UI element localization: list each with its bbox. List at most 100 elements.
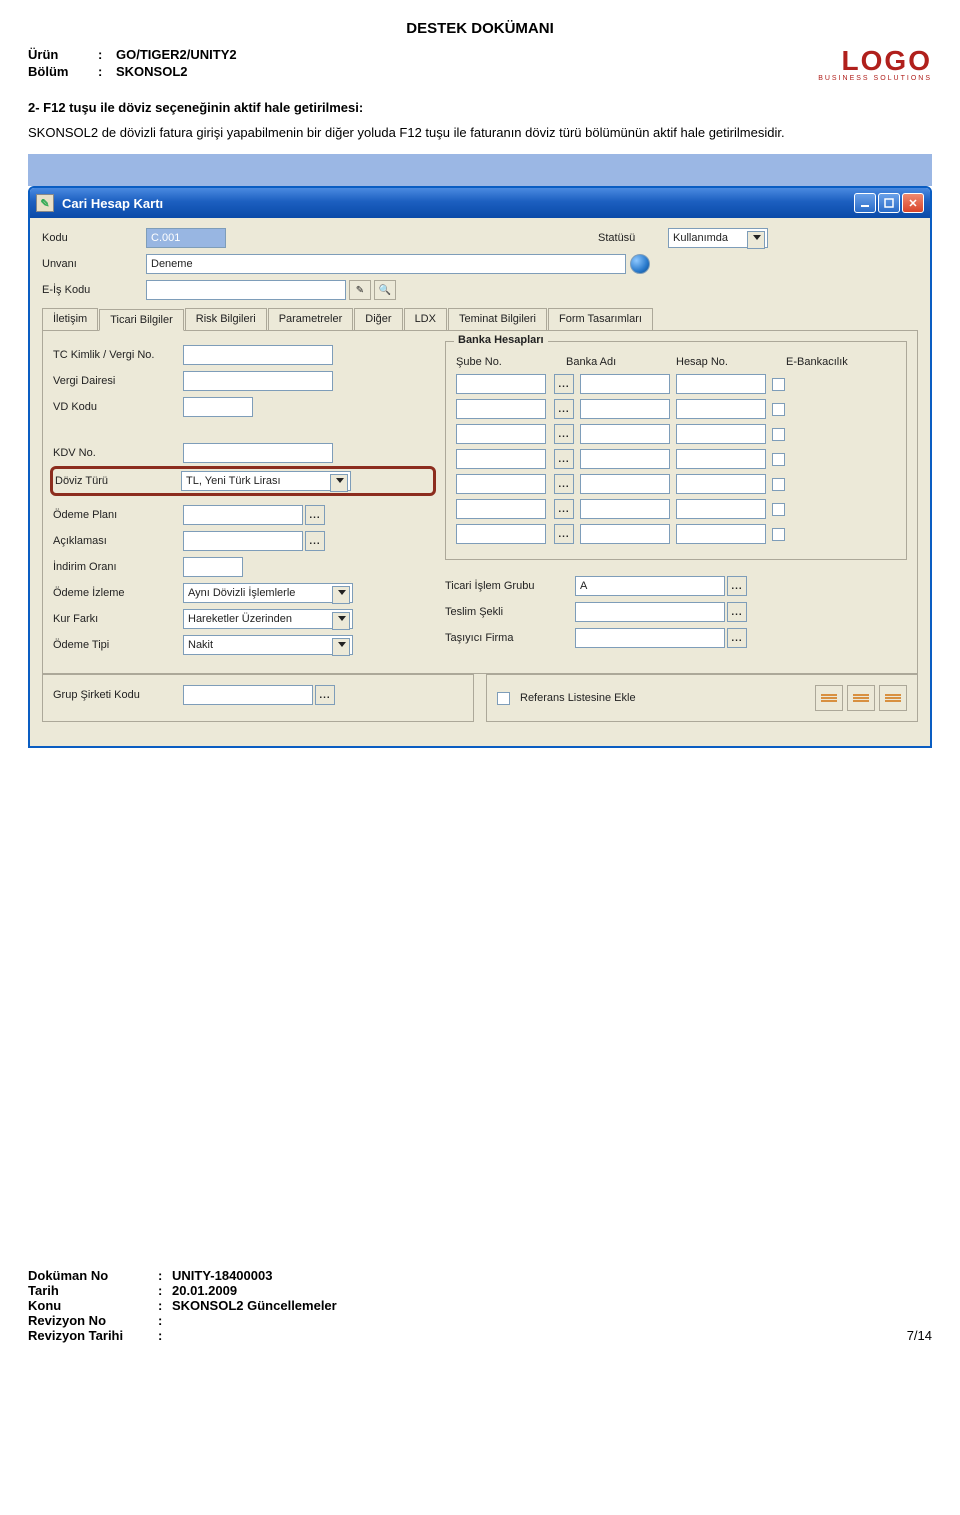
bank-adi-input[interactable] [580, 449, 670, 469]
odemeplani-lookup-button[interactable]: ... [305, 505, 325, 525]
bank-ebank-checkbox[interactable] [772, 378, 785, 391]
bank-hesap-input[interactable] [676, 449, 766, 469]
bank-ebank-checkbox[interactable] [772, 403, 785, 416]
bank-hesap-input[interactable] [676, 374, 766, 394]
doviz-select[interactable]: TL, Yeni Türk Lirası [181, 471, 351, 491]
teslim-input[interactable] [575, 602, 725, 622]
bank-adi-input[interactable] [580, 374, 670, 394]
vdkodu-input[interactable] [183, 397, 253, 417]
bank-sube-input[interactable] [456, 499, 546, 519]
bank-ebank-checkbox[interactable] [772, 528, 785, 541]
bank-adi-input[interactable] [580, 474, 670, 494]
tab-ticari-bilgiler[interactable]: Ticari Bilgiler [99, 309, 184, 331]
grup-label: Grup Şirketi Kodu [53, 689, 183, 701]
tasiyici-input[interactable] [575, 628, 725, 648]
konu-label: Konu [28, 1298, 158, 1313]
eis-action1-icon[interactable]: ✎ [349, 280, 371, 300]
dokno-value: UNITY-18400003 [172, 1268, 272, 1283]
tab-parametreler[interactable]: Parametreler [268, 308, 354, 330]
eis-input[interactable] [146, 280, 346, 300]
bank-sube-lookup[interactable]: ... [554, 474, 574, 494]
bank-adi-input[interactable] [580, 399, 670, 419]
bank-ebank-checkbox[interactable] [772, 503, 785, 516]
statusu-select[interactable]: Kullanımda [668, 228, 768, 248]
referans-checkbox[interactable] [497, 692, 510, 705]
tab-risk-bilgileri[interactable]: Risk Bilgileri [185, 308, 267, 330]
ticariislem-lookup[interactable]: ... [727, 576, 747, 596]
kurfarki-select[interactable]: Hareketler Üzerinden [183, 609, 353, 629]
bank-hesap-input[interactable] [676, 524, 766, 544]
bank-sube-lookup[interactable]: ... [554, 374, 574, 394]
tab-diger[interactable]: Diğer [354, 308, 402, 330]
bank-hesap-input[interactable] [676, 499, 766, 519]
unvani-input[interactable]: Deneme [146, 254, 626, 274]
aciklamasi-lookup-button[interactable]: ... [305, 531, 325, 551]
eis-action2-icon[interactable]: 🔍 [374, 280, 396, 300]
dialog-window: ✎ Cari Hesap Kartı ✕ Kodu C.001 Statüsü [28, 186, 932, 748]
tab-teminat-bilgileri[interactable]: Teminat Bilgileri [448, 308, 547, 330]
footer-left: Doküman No : UNITY-18400003 Tarih : 20.0… [28, 1268, 337, 1343]
tasiyici-label: Taşıyıcı Firma [445, 632, 575, 644]
maximize-button[interactable] [878, 193, 900, 213]
bank-hesap-input[interactable] [676, 399, 766, 419]
odemeizleme-select[interactable]: Aynı Dövizli İşlemlerle [183, 583, 353, 603]
bank-sube-lookup[interactable]: ... [554, 524, 574, 544]
list-icon-3[interactable] [879, 685, 907, 711]
bolum-label: Bölüm [28, 64, 98, 79]
teslim-label: Teslim Şekli [445, 606, 575, 618]
tab-iletisim[interactable]: İletişim [42, 308, 98, 330]
bank-hesap-input[interactable] [676, 474, 766, 494]
window-title: Cari Hesap Kartı [62, 196, 163, 211]
minimize-button[interactable] [854, 193, 876, 213]
globe-icon[interactable] [630, 254, 650, 274]
tc-input[interactable] [183, 345, 333, 365]
bank-sube-input[interactable] [456, 474, 546, 494]
bank-sube-lookup[interactable]: ... [554, 499, 574, 519]
grup-lookup[interactable]: ... [315, 685, 335, 705]
bank-sube-input[interactable] [456, 399, 546, 419]
bank-ebank-checkbox[interactable] [772, 453, 785, 466]
konu-value: SKONSOL2 Güncellemeler [172, 1298, 337, 1313]
bank-sube-input[interactable] [456, 449, 546, 469]
bank-sube-lookup[interactable]: ... [554, 424, 574, 444]
colon: : [98, 47, 116, 62]
bank-adi-input[interactable] [580, 499, 670, 519]
revno-label: Revizyon No [28, 1313, 158, 1328]
kodu-input[interactable]: C.001 [146, 228, 226, 248]
bank-hesap-input[interactable] [676, 424, 766, 444]
bank-sube-lookup[interactable]: ... [554, 399, 574, 419]
list-icon-2[interactable] [847, 685, 875, 711]
bank-sube-input[interactable] [456, 524, 546, 544]
doviz-label: Döviz Türü [55, 475, 181, 487]
tarih-value: 20.01.2009 [172, 1283, 237, 1298]
grup-input[interactable] [183, 685, 313, 705]
bank-adi-input[interactable] [580, 524, 670, 544]
vdairesi-input[interactable] [183, 371, 333, 391]
bank-row: ... [456, 424, 896, 444]
bank-ebank-checkbox[interactable] [772, 428, 785, 441]
list-icon-1[interactable] [815, 685, 843, 711]
kdvno-input[interactable] [183, 443, 333, 463]
ticariislem-input[interactable]: A [575, 576, 725, 596]
bank-adi-input[interactable] [580, 424, 670, 444]
indirim-input[interactable] [183, 557, 243, 577]
eis-label: E-İş Kodu [42, 284, 146, 296]
aciklamasi-input[interactable] [183, 531, 303, 551]
doc-header-left: Ürün : GO/TIGER2/UNITY2 Bölüm : SKONSOL2 [28, 47, 237, 81]
bank-ebank-checkbox[interactable] [772, 478, 785, 491]
titlebar[interactable]: ✎ Cari Hesap Kartı ✕ [30, 188, 930, 218]
bank-row: ... [456, 449, 896, 469]
odemetipi-select[interactable]: Nakit [183, 635, 353, 655]
tasiyici-lookup[interactable]: ... [727, 628, 747, 648]
teslim-lookup[interactable]: ... [727, 602, 747, 622]
referans-label: Referans Listesine Ekle [520, 692, 636, 704]
bank-sube-input[interactable] [456, 424, 546, 444]
bank-sube-input[interactable] [456, 374, 546, 394]
bank-sube-lookup[interactable]: ... [554, 449, 574, 469]
tab-form-tasarim[interactable]: Form Tasarımları [548, 308, 653, 330]
odemeplani-input[interactable] [183, 505, 303, 525]
tab-ldx[interactable]: LDX [404, 308, 447, 330]
bank-col-sube: Şube No. [456, 356, 556, 368]
banka-group: Banka Hesapları Şube No. Banka Adı Hesap… [445, 341, 907, 560]
close-button[interactable]: ✕ [902, 193, 924, 213]
